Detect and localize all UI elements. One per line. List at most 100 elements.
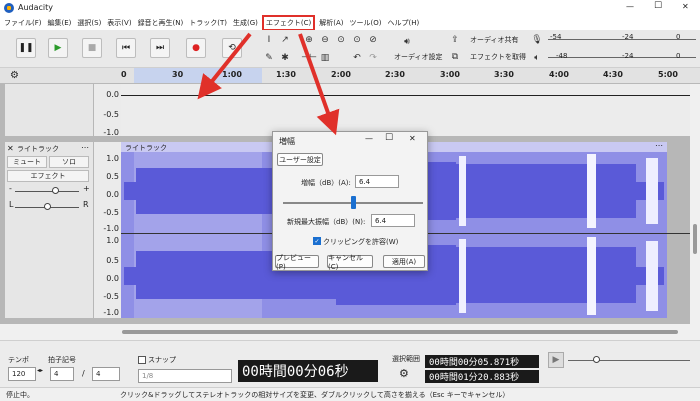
menu-effect[interactable]: エフェクト(C) (261, 15, 316, 31)
microphone-icon[interactable]: 🎙︎ (530, 33, 544, 47)
playback-speed-thumb[interactable] (593, 356, 600, 363)
ruler-selection-highlight (134, 68, 262, 83)
playback-speed-slider[interactable] (568, 360, 690, 361)
tempo-stepper[interactable]: ◂▸ (37, 367, 43, 374)
time-display[interactable]: 00時間00分06秒 (238, 360, 378, 382)
timeline-ruler[interactable]: ⚙ 0 30 1:00 1:30 2:00 2:30 3:00 3:30 4:0… (0, 68, 700, 84)
zoom-fit-icon[interactable]: ⊙ (350, 33, 364, 47)
trim-icon[interactable]: ⊣⊢ (301, 51, 317, 65)
effects-get-icon[interactable]: ⧉ (448, 50, 462, 64)
loop-button[interactable]: ⟲ (222, 38, 242, 58)
playback-speaker-icon[interactable]: 🔈︎ (530, 51, 544, 65)
ruler-tick: 2:30 (385, 70, 405, 79)
selection-label: 選択範囲 (392, 355, 420, 363)
horizontal-scroll-thumb[interactable] (122, 330, 678, 334)
menu-tracks[interactable]: トラック(T) (189, 18, 227, 28)
toolbar: ❚❚ ▶ ■ ⏮ ⏭ ● ⟲ I ↗ ✎ ✱ ⊕ ⊖ ⊙ ⊙ ⊘ ⊣⊢ ▥ ↶ … (0, 30, 700, 68)
zoom-out-icon[interactable]: ⊖ (318, 33, 332, 47)
allow-clipping-checkbox[interactable]: ✓ (313, 237, 321, 245)
vertical-scroll-thumb[interactable] (693, 224, 697, 254)
scale-label: -0.5 (103, 110, 119, 119)
minimize-button[interactable]: — (626, 2, 634, 11)
menu-transport[interactable]: 録音と再生(N) (138, 18, 184, 28)
multi-tool-icon[interactable]: ✱ (278, 51, 292, 65)
dialog-close-button[interactable]: ✕ (409, 134, 416, 143)
time-signature-denominator[interactable]: 4 (92, 367, 120, 381)
envelope-tool-icon[interactable]: ↗ (278, 33, 292, 47)
clip-menu-icon[interactable]: ⋯ (655, 141, 663, 150)
snap-select[interactable]: 1/8 (138, 369, 232, 383)
stop-button[interactable]: ■ (82, 38, 102, 58)
app-logo-icon (4, 3, 14, 13)
upper-track-canvas[interactable] (121, 84, 690, 136)
effects-button[interactable]: エフェクト (7, 170, 89, 182)
zoom-in-icon[interactable]: ⊕ (302, 33, 316, 47)
new-peak-input[interactable]: 6.4 (371, 214, 415, 227)
silence-icon[interactable]: ▥ (318, 51, 332, 65)
pan-slider-thumb[interactable] (44, 203, 51, 210)
vertical-scrollbar[interactable] (690, 84, 700, 324)
upper-track-panel[interactable] (5, 84, 93, 136)
zoom-toggle-icon[interactable]: ⊘ (366, 33, 380, 47)
ruler-settings-icon[interactable]: ⚙ (10, 70, 19, 81)
tempo-input[interactable]: 120 (8, 367, 36, 381)
amplify-dialog[interactable]: 増幅 — ☐ ✕ ユーザー設定 増幅（dB）(A): 6.4 新規最大振幅（dB… (272, 131, 428, 271)
snap-checkbox[interactable] (138, 356, 146, 364)
scale-label: -1.0 (103, 308, 119, 317)
gain-slider-thumb[interactable] (52, 187, 59, 194)
user-preset-button[interactable]: ユーザー設定 (277, 153, 323, 166)
draw-tool-icon[interactable]: ✎ (262, 51, 276, 65)
amplification-slider-thumb[interactable] (351, 196, 356, 209)
allow-clipping-label[interactable]: クリッピングを許容(W) (323, 237, 398, 247)
pause-button[interactable]: ❚❚ (16, 38, 36, 58)
menu-edit[interactable]: 編集(E) (48, 18, 72, 28)
menu-help[interactable]: ヘルプ(H) (388, 18, 420, 28)
gain-slider[interactable] (15, 191, 79, 192)
menu-file[interactable]: ファイル(F) (4, 18, 42, 28)
track-menu-icon[interactable]: ⋯ (81, 143, 89, 152)
menu-view[interactable]: 表示(V) (107, 18, 131, 28)
apply-button[interactable]: 適用(A) (383, 255, 425, 268)
track-name[interactable]: ライトラック (17, 144, 59, 154)
menu-select[interactable]: 選択(S) (77, 18, 101, 28)
redo-icon[interactable]: ↷ (366, 51, 380, 65)
zoom-sel-icon[interactable]: ⊙ (334, 33, 348, 47)
solo-button[interactable]: ソロ (49, 156, 89, 168)
maximize-button[interactable]: ☐ (654, 1, 662, 11)
scale-label: -1.0 (103, 128, 119, 137)
record-meter-label-2: -24 (622, 33, 634, 41)
audio-setup-label[interactable]: オーディオ設定 (394, 52, 443, 62)
menu-tools[interactable]: ツール(O) (350, 18, 382, 28)
share-icon[interactable]: ⇪ (448, 33, 462, 47)
horizontal-scrollbar[interactable] (0, 324, 700, 340)
ruler-tick: 5:00 (658, 70, 678, 79)
cancel-button[interactable]: キャンセル(C) (327, 254, 373, 271)
selection-settings-icon[interactable]: ⚙ (399, 367, 409, 380)
mute-button[interactable]: ミュート (7, 156, 47, 168)
undo-icon[interactable]: ↶ (350, 51, 364, 65)
amplification-input[interactable]: 6.4 (355, 175, 399, 188)
selection-end-time[interactable]: 00時間01分20.883秒 (425, 370, 539, 383)
selection-tool-icon[interactable]: I (262, 33, 276, 47)
skip-end-button[interactable]: ⏭ (150, 38, 170, 58)
speaker-icon[interactable]: 🔊︎ (400, 35, 414, 49)
selection-start-time[interactable]: 00時間00分05.871秒 (425, 355, 539, 368)
get-effects-button[interactable]: エフェクトを取得 (470, 52, 526, 62)
share-audio-button[interactable]: オーディオ共有 (470, 35, 519, 45)
close-button[interactable]: ✕ (682, 2, 689, 11)
play-at-speed-button[interactable]: ▶ (548, 352, 564, 368)
time-signature-numerator[interactable]: 4 (50, 367, 74, 381)
track-close-icon[interactable]: ✕ (7, 144, 14, 153)
play-button[interactable]: ▶ (48, 38, 68, 58)
dialog-maximize-button[interactable]: ☐ (385, 133, 393, 143)
menu-generate[interactable]: 生成(G) (233, 18, 258, 28)
skip-start-button[interactable]: ⏮ (116, 38, 136, 58)
menu-analyze[interactable]: 解析(A) (319, 18, 343, 28)
gain-plus-label: + (83, 184, 90, 193)
record-button[interactable]: ● (186, 38, 206, 58)
audio-track-panel[interactable]: ✕ ライトラック ⋯ ミュート ソロ エフェクト - + L R (5, 142, 93, 318)
amplification-label: 増幅（dB）(A): (301, 179, 351, 187)
dialog-minimize-button[interactable]: — (365, 134, 373, 143)
window-title: Audacity (18, 3, 54, 12)
preview-button[interactable]: プレビュー(P) (275, 254, 319, 271)
